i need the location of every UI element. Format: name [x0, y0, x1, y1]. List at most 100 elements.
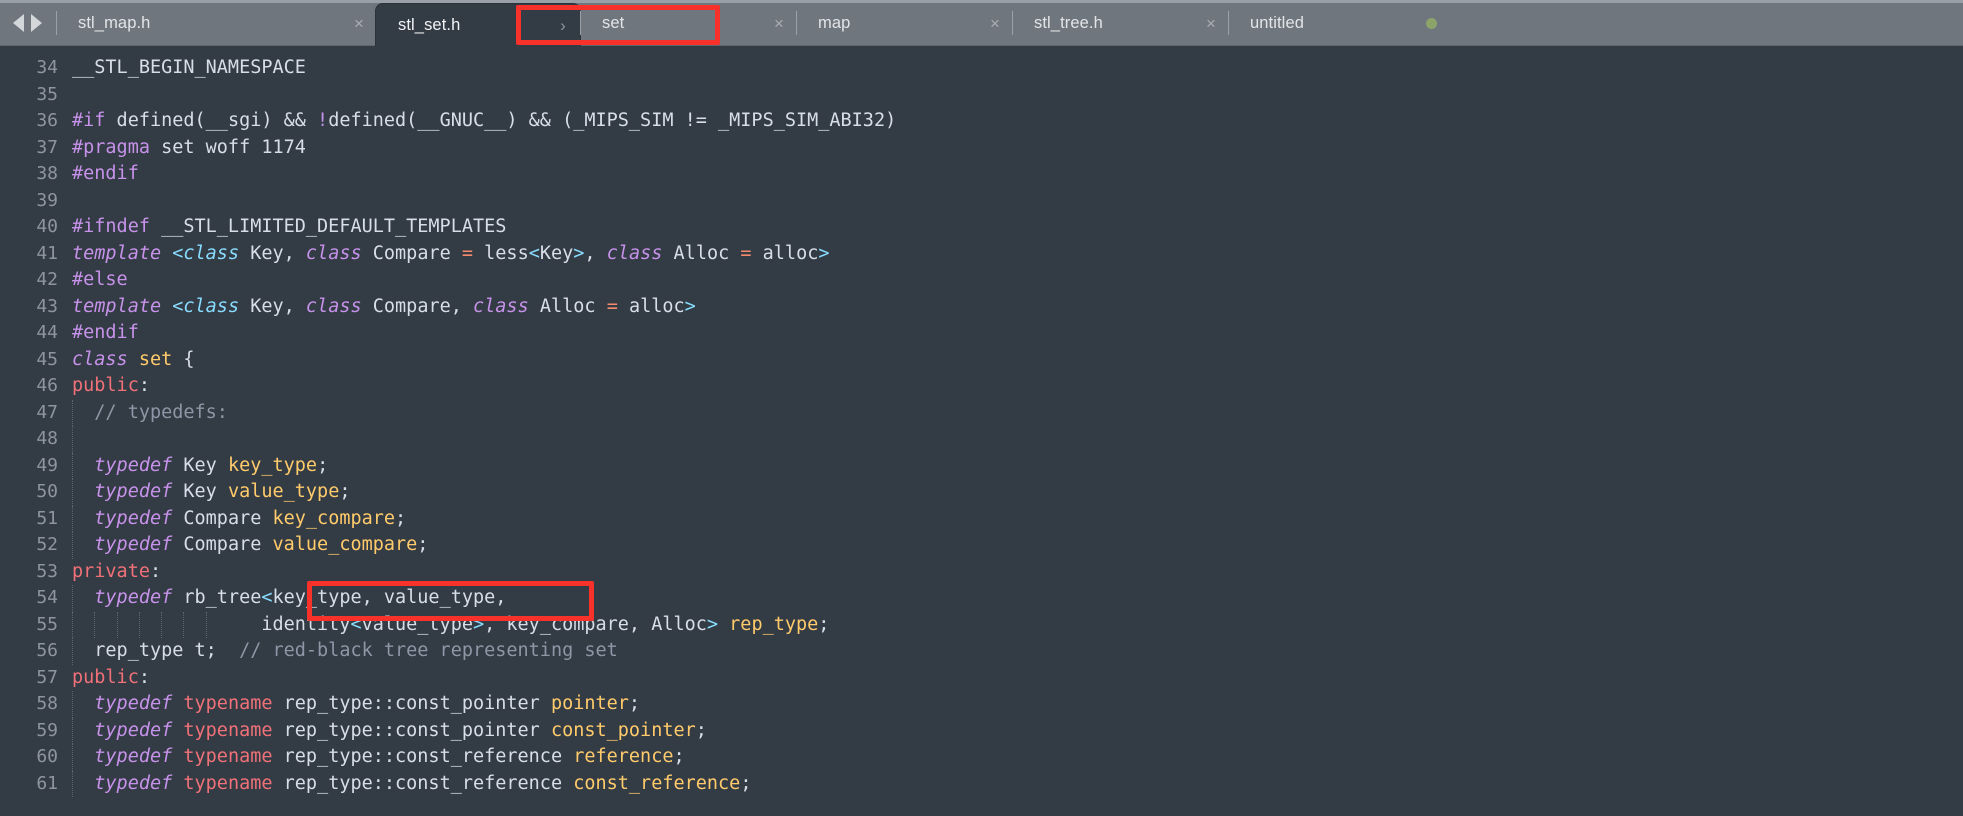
code-line[interactable]: 34 __STL_BEGIN_NAMESPACE [0, 55, 1963, 82]
token-pre: #if [72, 110, 106, 131]
tab-stl-tree-h[interactable]: stl_tree.h × [1012, 0, 1228, 46]
line-content[interactable]: typedef rb_tree<key_type, value_type, [72, 585, 1963, 612]
line-content[interactable]: class set { [72, 347, 1963, 374]
code-line[interactable]: 43 template <class Key, class Compare, cl… [0, 294, 1963, 321]
editor-window: stl_map.h × stl_set.h › set × map × stl_tree.h × u… [0, 0, 1963, 816]
tab-stl-set-h[interactable]: stl_set.h › [376, 4, 580, 46]
code-line[interactable]: 41 template <class Key, class Compare = l… [0, 241, 1963, 268]
code-line[interactable]: 42 #else [0, 267, 1963, 294]
line-content[interactable]: __STL_BEGIN_NAMESPACE [72, 55, 1963, 82]
line-content[interactable]: #else [72, 267, 1963, 294]
line-content[interactable]: #endif [72, 320, 1963, 347]
line-content[interactable]: public: [72, 665, 1963, 692]
code-line[interactable]: 35 [0, 82, 1963, 109]
token-pre: #endif [72, 163, 139, 184]
code-line[interactable]: 44 #endif [0, 320, 1963, 347]
code-line[interactable]: 56 rep_type t; // red-black tree represe… [0, 638, 1963, 665]
indent-guide [183, 611, 185, 638]
code-line[interactable]: 61 typedef typename rep_type::const_refe… [0, 770, 1963, 797]
code-line[interactable]: 38 #endif [0, 161, 1963, 188]
line-content[interactable]: typedef Key key_type; [72, 452, 1963, 479]
line-content[interactable]: #endif [72, 161, 1963, 188]
code-line[interactable]: 52 typedef Compare value_compare; [0, 532, 1963, 559]
tab-stl-map-h[interactable]: stl_map.h × [56, 0, 376, 46]
tab-untitled[interactable]: untitled [1228, 0, 1448, 46]
line-content[interactable]: #ifndef __STL_LIMITED_DEFAULT_TEMPLATES [72, 214, 1963, 241]
token-plain: ; [818, 613, 830, 635]
line-content[interactable]: // typedefs: [72, 399, 1963, 426]
token-punct: < [172, 295, 184, 317]
token-plain: __STL_LIMITED_DEFAULT_TEMPLATES [149, 216, 507, 237]
tab-set[interactable]: set × [580, 0, 796, 46]
code-line[interactable]: 45 class set { [0, 347, 1963, 374]
unsaved-dot-icon[interactable] [1414, 17, 1448, 29]
code-line[interactable]: 51 typedef Compare key_compare; [0, 505, 1963, 532]
tab-nav-arrows[interactable] [0, 0, 56, 45]
token-type: key_type [227, 454, 318, 476]
code-line[interactable]: 37 #pragma set woff 1174 [0, 135, 1963, 162]
code-line[interactable]: 54 typedef rb_tree<key_type, value_type, [0, 585, 1963, 612]
token-plain: identity [72, 613, 351, 635]
close-icon[interactable]: × [342, 15, 376, 32]
close-icon[interactable]: × [1194, 15, 1228, 32]
code-line[interactable]: 55 identity<value_type>, key_compare, Al… [0, 611, 1963, 638]
code-line[interactable]: 49 typedef Key key_type; [0, 452, 1963, 479]
code-line[interactable]: 53 private: [0, 559, 1963, 586]
chevron-right-icon[interactable]: › [546, 17, 580, 34]
code-line[interactable]: 36 #if defined(__sgi) && !defined(__GNUC_… [0, 108, 1963, 135]
tab-map[interactable]: map × [796, 0, 1012, 46]
line-content[interactable]: #pragma set woff 1174 [72, 135, 1963, 162]
close-icon[interactable]: × [762, 15, 796, 32]
line-content[interactable]: typedef typename rep_type::const_referen… [72, 770, 1963, 797]
code-line[interactable]: 60 typedef typename rep_type::const_refe… [0, 744, 1963, 771]
token-pre: #endif [72, 322, 139, 343]
token-plain: Alloc [662, 242, 741, 264]
line-content[interactable]: private: [72, 559, 1963, 586]
arrow-left-icon[interactable] [13, 13, 24, 32]
code-line[interactable]: 48 [0, 426, 1963, 453]
code-editor[interactable]: 34 __STL_BEGIN_NAMESPACE 35 36 #if defined(_… [0, 46, 1963, 816]
line-content[interactable]: typedef typename rep_type::const_referen… [72, 744, 1963, 771]
line-content[interactable]: #if defined(__sgi) && !defined(__GNUC__)… [72, 108, 1963, 135]
token-plain: Key, [239, 242, 306, 264]
line-content[interactable]: typedef typename rep_type::const_pointer… [72, 717, 1963, 744]
code-line[interactable]: 40 #ifndef __STL_LIMITED_DEFAULT_TEMPLATE… [0, 214, 1963, 241]
line-content[interactable]: template <class Key, class Compare = les… [72, 241, 1963, 268]
code-line[interactable]: 59 typedef typename rep_type::const_poin… [0, 717, 1963, 744]
indent-guide [72, 691, 74, 718]
token-kw: typedef [94, 772, 173, 794]
line-number: 54 [36, 587, 58, 608]
token-type: rep_type [729, 613, 819, 635]
code-line[interactable]: 39 [0, 188, 1963, 215]
line-content[interactable]: public: [72, 373, 1963, 400]
token-type: const_reference [573, 772, 741, 794]
code-line[interactable]: 50 typedef Key value_type; [0, 479, 1963, 506]
indent-guide [72, 638, 74, 665]
code-line[interactable]: 58 typedef typename rep_type::const_poin… [0, 691, 1963, 718]
line-content[interactable]: typedef typename rep_type::const_pointer… [72, 691, 1963, 718]
line-content[interactable]: typedef Compare value_compare; [72, 532, 1963, 559]
token-plain: __STL_BEGIN_NAMESPACE [72, 57, 306, 78]
code-lines[interactable]: 34 __STL_BEGIN_NAMESPACE 35 36 #if defined(_… [0, 46, 1963, 797]
line-content[interactable]: template <class Key, class Compare, clas… [72, 294, 1963, 321]
line-content[interactable]: rep_type t; // red-black tree representi… [72, 638, 1963, 665]
arrow-right-icon[interactable] [31, 13, 42, 32]
code-line[interactable]: 46 public: [0, 373, 1963, 400]
token-plain: ; [395, 507, 407, 529]
close-icon[interactable]: × [978, 15, 1012, 32]
code-line[interactable]: 57 public: [0, 665, 1963, 692]
line-content[interactable]: typedef Key value_type; [72, 479, 1963, 506]
line-number: 34 [36, 57, 58, 78]
token-type: value_type [227, 481, 340, 502]
line-content[interactable]: typedef Compare key_compare; [72, 505, 1963, 532]
code-line[interactable]: 47 // typedefs: [0, 399, 1963, 426]
token-pre: ! [317, 110, 329, 131]
tab-separator [796, 11, 797, 35]
line-content[interactable]: identity<value_type>, key_compare, Alloc… [72, 611, 1963, 638]
